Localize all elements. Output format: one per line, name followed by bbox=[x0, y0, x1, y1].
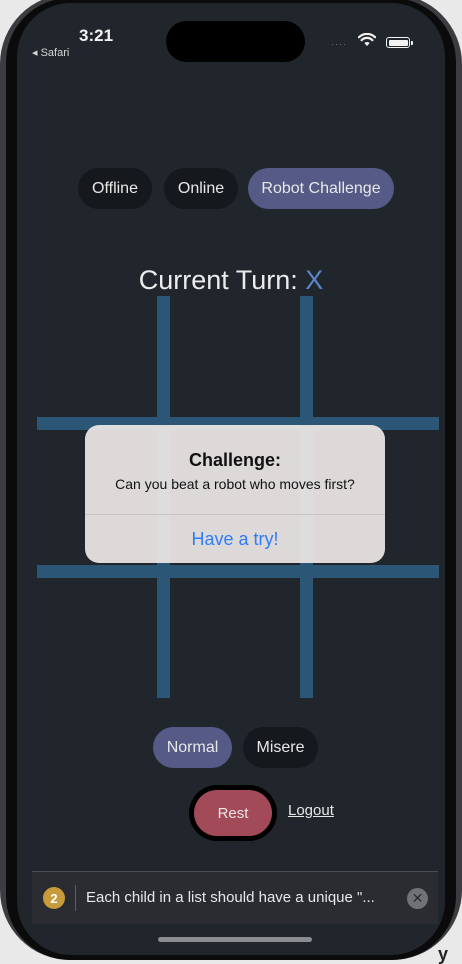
dynamic-island bbox=[166, 21, 305, 62]
board-line-horizontal-bottom bbox=[37, 565, 439, 578]
app-screen: 3:21 ◂ Safari ···· Offline Online Robot … bbox=[17, 3, 445, 955]
challenge-alert-dialog: Challenge: Can you beat a robot who move… bbox=[85, 425, 385, 563]
logout-link[interactable]: Logout bbox=[288, 802, 334, 819]
board-cell-7[interactable] bbox=[170, 578, 300, 698]
close-icon[interactable]: ✕ bbox=[407, 888, 428, 909]
board-cell-8[interactable] bbox=[313, 578, 439, 698]
board-cell-0[interactable] bbox=[37, 296, 157, 417]
toast-divider bbox=[75, 885, 76, 911]
warning-count-badge: 2 bbox=[43, 887, 65, 909]
device-stage: 3:21 ◂ Safari ···· Offline Online Robot … bbox=[0, 0, 462, 964]
mode-offline-button[interactable]: Offline bbox=[78, 168, 152, 209]
alert-message: Can you beat a robot who moves first? bbox=[115, 476, 355, 492]
home-indicator[interactable] bbox=[158, 937, 312, 942]
board-cell-6[interactable] bbox=[37, 578, 157, 698]
current-turn-heading: Current Turn: X bbox=[17, 265, 445, 296]
warning-message: Each child in a list should have a uniqu… bbox=[86, 889, 375, 906]
have-a-try-button[interactable]: Have a try! bbox=[85, 515, 385, 563]
battery-icon bbox=[386, 37, 413, 48]
back-to-safari-link[interactable]: ◂ Safari bbox=[32, 46, 69, 59]
current-turn-label: Current Turn: bbox=[138, 265, 298, 295]
background-page-text: y h bbox=[438, 944, 449, 964]
current-turn-mark: X bbox=[305, 265, 324, 295]
mode-online-button[interactable]: Online bbox=[164, 168, 238, 209]
warning-toast[interactable]: 2 Each child in a list should have a uni… bbox=[32, 871, 438, 924]
variant-normal-button[interactable]: Normal bbox=[153, 727, 232, 768]
board-cell-1[interactable] bbox=[170, 296, 300, 417]
mode-robot-challenge-button[interactable]: Robot Challenge bbox=[248, 168, 394, 209]
wifi-icon bbox=[357, 32, 377, 52]
cellular-signal-icon: ···· bbox=[331, 39, 347, 49]
status-time: 3:21 bbox=[79, 26, 114, 45]
alert-title: Challenge: bbox=[188, 450, 281, 470]
variant-misere-button[interactable]: Misere bbox=[243, 727, 318, 768]
rest-button[interactable]: Rest bbox=[194, 790, 272, 836]
board-cell-2[interactable] bbox=[313, 296, 439, 417]
